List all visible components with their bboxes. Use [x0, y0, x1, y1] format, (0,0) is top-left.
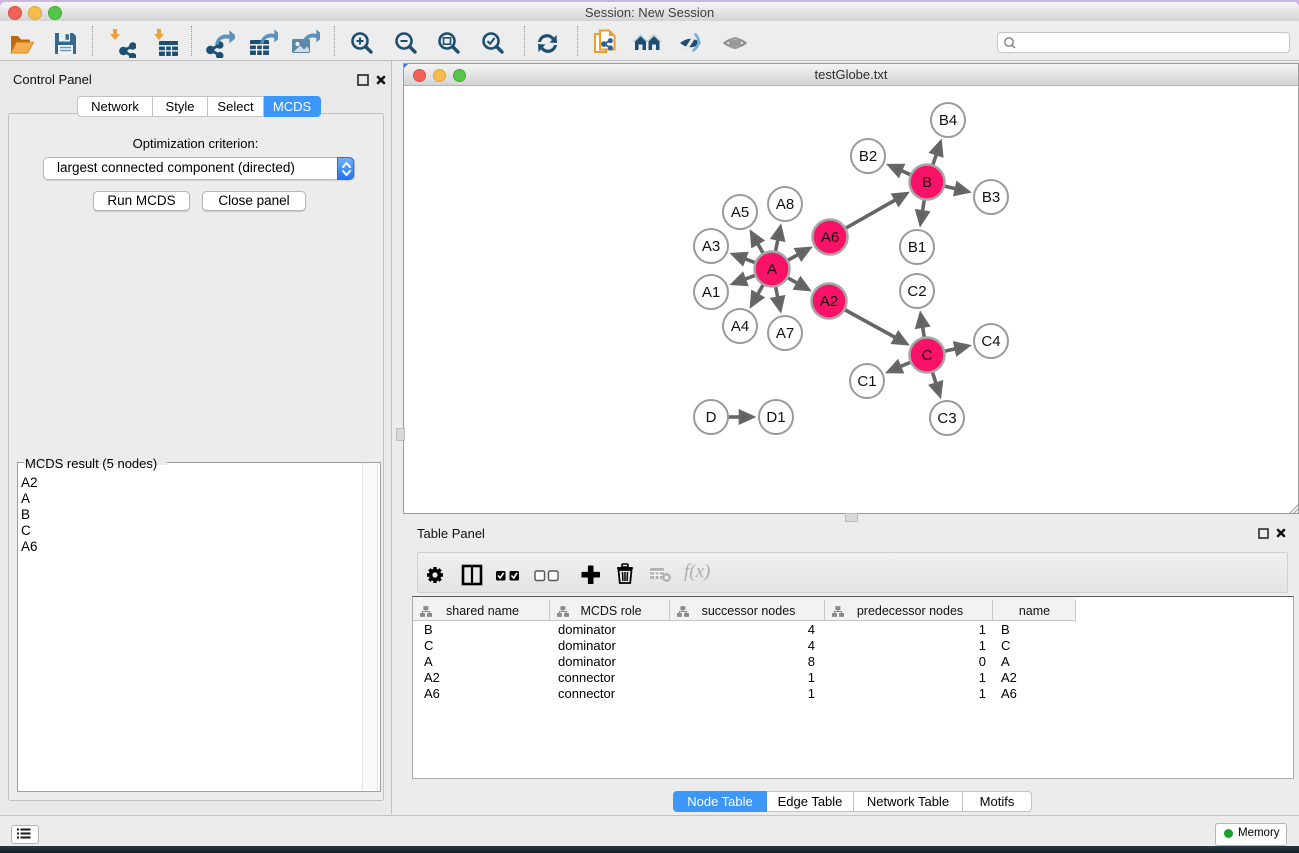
svg-text:C3: C3: [937, 410, 956, 427]
svg-text:A8: A8: [776, 196, 794, 213]
svg-text:C1: C1: [857, 373, 876, 390]
svg-text:B: B: [922, 174, 932, 191]
svg-text:B2: B2: [859, 148, 877, 165]
svg-text:A5: A5: [731, 204, 749, 221]
svg-text:A2: A2: [820, 293, 838, 310]
svg-text:C: C: [922, 347, 933, 364]
svg-text:A: A: [767, 261, 777, 278]
svg-text:B4: B4: [939, 112, 957, 129]
svg-text:C2: C2: [907, 283, 926, 300]
svg-text:B1: B1: [908, 239, 926, 256]
svg-text:D1: D1: [766, 409, 785, 426]
svg-text:A4: A4: [731, 318, 749, 335]
svg-text:A3: A3: [702, 238, 720, 255]
svg-text:A6: A6: [821, 229, 839, 246]
svg-text:A1: A1: [702, 284, 720, 301]
svg-text:D: D: [706, 409, 717, 426]
svg-text:C4: C4: [981, 333, 1000, 350]
svg-text:B3: B3: [982, 189, 1000, 206]
svg-text:A7: A7: [776, 325, 794, 342]
